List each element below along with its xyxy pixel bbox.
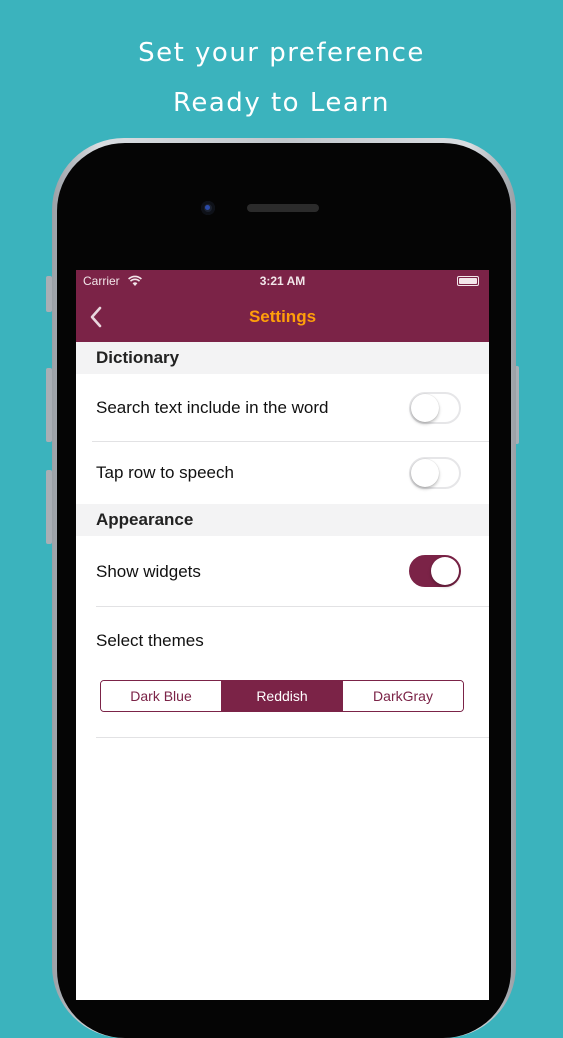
promo-subheadline: Ready to Learn (172, 88, 390, 118)
section-header-dictionary: Dictionary (76, 342, 489, 374)
promo-headline: Set your preference (138, 38, 425, 68)
page-title: Settings (248, 307, 317, 326)
app-screen: Carrier 3:21 AM Settings Dictionary Sear… (76, 270, 489, 1000)
show-widgets-label: Show widgets (96, 562, 201, 581)
status-bar: Carrier 3:21 AM (76, 270, 489, 292)
row-divider (96, 737, 489, 738)
row-divider (96, 606, 489, 607)
theme-segmented-control: Dark Blue Reddish DarkGray (100, 680, 464, 712)
theme-option-reddish[interactable]: Reddish (222, 681, 343, 711)
navigation-bar: Settings (76, 292, 489, 342)
search-text-label: Search text include in the word (96, 398, 329, 417)
toggle-knob (411, 394, 439, 422)
earpiece-speaker (247, 204, 319, 212)
search-text-toggle[interactable] (409, 392, 461, 424)
toggle-knob (411, 459, 439, 487)
toggle-knob (431, 557, 459, 585)
battery-icon (457, 276, 479, 286)
status-time: 3:21 AM (259, 274, 306, 288)
select-themes-label: Select themes (96, 631, 204, 650)
show-widgets-toggle[interactable] (409, 555, 461, 587)
tap-row-speech-toggle[interactable] (409, 457, 461, 489)
section-header-appearance: Appearance (76, 504, 489, 536)
front-camera (201, 201, 215, 215)
theme-option-dark-blue[interactable]: Dark Blue (101, 681, 222, 711)
row-divider (92, 441, 489, 442)
theme-option-darkgray[interactable]: DarkGray (343, 681, 463, 711)
tap-row-speech-label: Tap row to speech (96, 463, 234, 482)
